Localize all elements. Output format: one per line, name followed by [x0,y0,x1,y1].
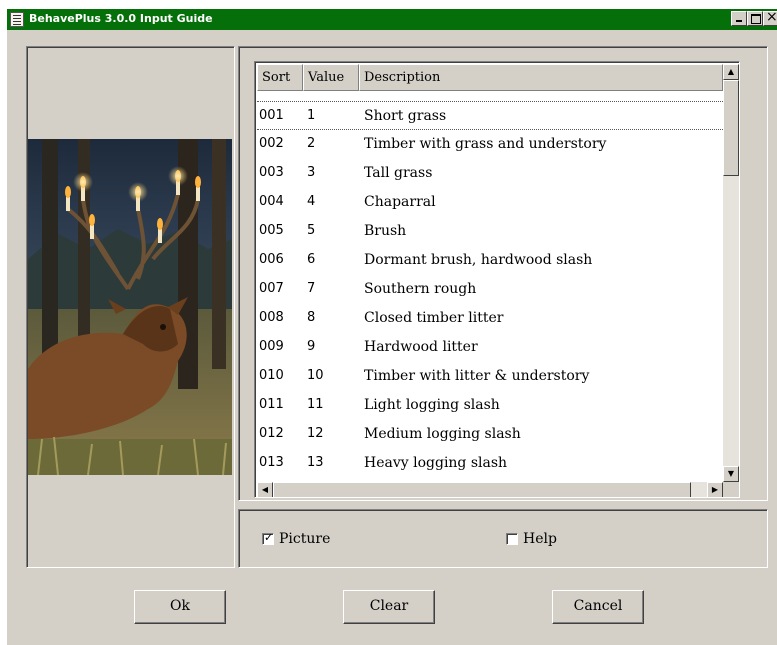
table-row[interactable]: 013 13 Heavy logging slash [257,449,723,478]
window-title: BehavePlus 3.0.0 Input Guide [29,12,213,25]
table-row[interactable]: 007 7 Southern rough [257,275,723,304]
column-header-description[interactable]: Description [359,64,723,91]
scroll-down-icon[interactable]: ▼ [723,466,739,482]
column-header-sort[interactable]: Sort [257,64,303,91]
title-bar[interactable]: BehavePlus 3.0.0 Input Guide [7,9,777,30]
picture-checkbox[interactable] [262,531,274,545]
close-icon[interactable] [763,9,777,26]
clear-button[interactable]: Clear [343,590,435,624]
cancel-button[interactable]: Cancel [552,590,644,624]
elk-painting [28,139,232,475]
table-row[interactable]: 009 9 Hardwood litter [257,333,723,362]
scroll-left-icon[interactable]: ◀ [257,482,273,497]
minimize-icon[interactable] [731,11,747,26]
help-label: Help [523,531,557,547]
table-row[interactable]: 011 11 Light logging slash [257,391,723,420]
picture-option[interactable]: Picture [262,531,330,547]
help-option[interactable]: Help [506,531,557,547]
table-row[interactable]: 006 6 Dormant brush, hardwood slash [257,246,723,275]
maximize-icon[interactable] [747,11,763,26]
table-row[interactable]: 002 2 Timber with grass and understory [257,130,723,159]
column-header-value[interactable]: Value [303,64,359,91]
horizontal-scrollbar[interactable]: ◀ ▶ [257,482,723,497]
scroll-up-icon[interactable]: ▲ [723,64,739,80]
table-row[interactable]: 001 1 Short grass [257,101,723,130]
table-row[interactable]: 012 12 Medium logging slash [257,420,723,449]
table-row[interactable]: 004 4 Chaparral [257,188,723,217]
vertical-scrollbar[interactable]: ▲ ▼ [723,64,739,482]
table-row[interactable]: 005 5 Brush [257,217,723,246]
scrollbar-corner [723,482,739,497]
ok-button[interactable]: Ok [134,590,226,624]
help-checkbox[interactable] [506,533,518,545]
app-document-icon [10,12,24,27]
scroll-right-icon[interactable]: ▶ [707,482,723,497]
table-row[interactable]: 003 3 Tall grass [257,159,723,188]
table-row[interactable]: 008 8 Closed timber litter [257,304,723,333]
horizontal-scroll-thumb[interactable] [273,482,691,497]
table-row[interactable]: 010 10 Timber with litter & understory [257,362,723,391]
vertical-scroll-thumb[interactable] [723,80,739,176]
picture-label: Picture [279,531,331,547]
fuel-model-list[interactable]: Sort Value Description 001 1 Short grass… [254,61,740,498]
